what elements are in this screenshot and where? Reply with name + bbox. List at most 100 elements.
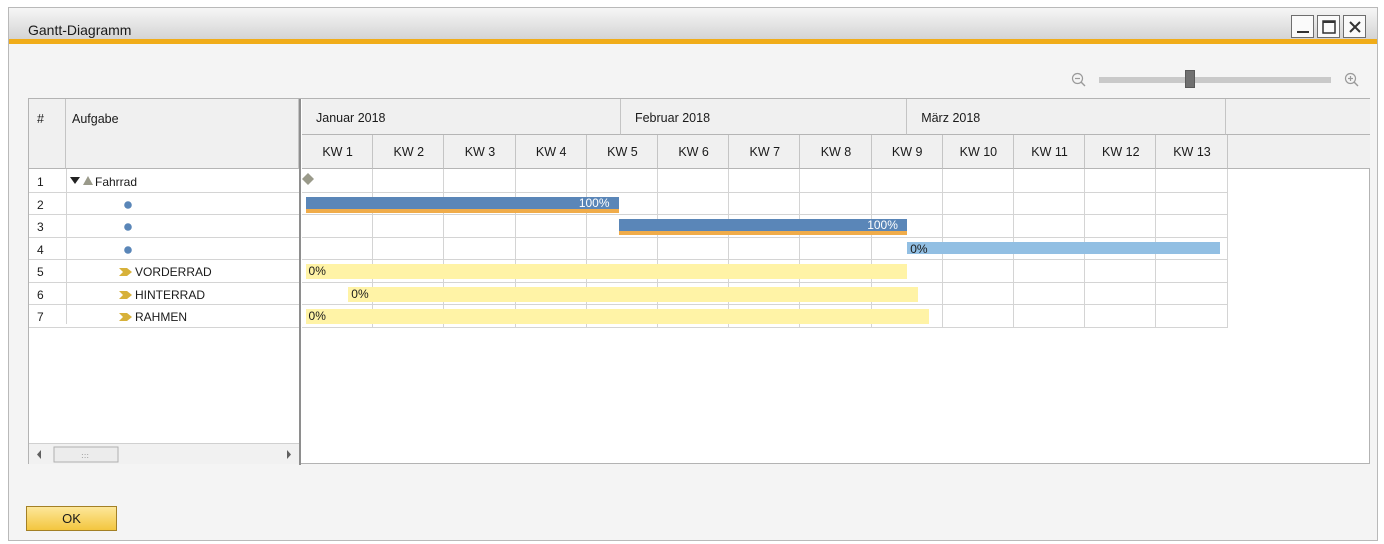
minimize-button[interactable] bbox=[1291, 15, 1314, 38]
week-header-label: KW 2 bbox=[393, 145, 425, 159]
gantt-bar[interactable] bbox=[305, 309, 929, 324]
minimize-icon bbox=[1297, 31, 1309, 33]
zoom-in-icon[interactable] bbox=[1344, 72, 1360, 88]
week-header-label: KW 1 bbox=[322, 145, 353, 159]
week-header-label: KW 7 bbox=[749, 145, 781, 159]
gantt-grid: # Aufgabe 1 Fahrrad 2 3 4 5 VORDERRAD 6 HINTERRA… bbox=[28, 98, 1370, 465]
week-header-filler bbox=[1227, 135, 1370, 169]
week-gridline bbox=[728, 169, 730, 327]
task-row-label: RAHMEN bbox=[135, 310, 188, 324]
timeline-row-divider bbox=[302, 304, 1228, 305]
zoom-slider[interactable] bbox=[1099, 77, 1331, 83]
window-title: Gantt-Diagramm bbox=[28, 22, 132, 38]
month-header-label: Februar 2018 bbox=[634, 111, 711, 125]
week-header-label: KW 12 bbox=[1102, 145, 1140, 159]
month-header-filler bbox=[1226, 99, 1370, 135]
task-dot-icon bbox=[124, 223, 132, 231]
column-header-number-label: # bbox=[37, 112, 44, 126]
gantt-bar[interactable] bbox=[907, 241, 1221, 254]
gantt-bar-progress-label: 0% bbox=[308, 309, 326, 323]
week-header: KW 6 bbox=[658, 135, 730, 169]
task-dot-icon bbox=[124, 245, 132, 254]
gantt-bar-progress-label: 0% bbox=[308, 264, 326, 278]
task-row-number: 1 bbox=[37, 175, 44, 189]
horizontal-scrollbar[interactable]: ::: bbox=[29, 443, 299, 464]
subproject-arrow-icon bbox=[119, 268, 132, 276]
gantt-bar-progress-label: 0% bbox=[351, 286, 369, 301]
task-row[interactable]: 2 bbox=[29, 193, 299, 216]
maximize-button[interactable] bbox=[1317, 15, 1340, 38]
gantt-bar[interactable] bbox=[305, 264, 908, 279]
week-header: KW 8 bbox=[800, 135, 872, 169]
week-header-label: KW 6 bbox=[678, 145, 709, 159]
scrollbar-graphic: ::: bbox=[37, 446, 291, 463]
task-row-label: HINTERRAD bbox=[135, 287, 206, 302]
timeline-row-divider bbox=[302, 259, 1228, 260]
ok-button[interactable]: OK bbox=[26, 506, 117, 531]
week-header: KW 10 bbox=[942, 135, 1014, 169]
task-row-number: 3 bbox=[37, 220, 44, 234]
week-gridline bbox=[514, 169, 516, 327]
timeline-row-divider bbox=[302, 281, 1228, 283]
zoom-slider-thumb[interactable] bbox=[1185, 70, 1195, 88]
gantt-bar[interactable] bbox=[618, 219, 908, 231]
week-header-label: KW 8 bbox=[820, 145, 852, 159]
task-row-number: 7 bbox=[37, 310, 44, 324]
week-header-label: KW 10 bbox=[959, 145, 998, 159]
column-header-task-label: Aufgabe bbox=[72, 112, 119, 126]
task-row-number: 5 bbox=[37, 265, 44, 279]
gantt-bar[interactable] bbox=[305, 196, 619, 209]
week-header: KW 3 bbox=[444, 135, 516, 169]
week-header-label: KW 4 bbox=[535, 145, 567, 159]
task-row-number: 4 bbox=[37, 242, 44, 257]
week-header: KW 2 bbox=[373, 135, 445, 169]
column-header-number[interactable]: # bbox=[29, 99, 66, 169]
close-icon bbox=[1349, 21, 1361, 33]
scroll-right-icon[interactable] bbox=[287, 450, 291, 459]
week-gridline bbox=[585, 169, 587, 327]
month-header: Januar 2018 bbox=[302, 99, 621, 135]
week-header-label: KW 9 bbox=[891, 145, 923, 159]
week-header: KW 13 bbox=[1156, 135, 1228, 169]
column-header-task[interactable]: Aufgabe bbox=[66, 99, 299, 169]
week-header: KW 1 bbox=[302, 135, 374, 169]
gantt-window: Gantt-Diagramm # Aufgabe 1 Fahrrad 2 3 4… bbox=[8, 7, 1378, 541]
month-header-label: März 2018 bbox=[921, 111, 981, 125]
title-bar: Gantt-Diagramm bbox=[9, 8, 1377, 44]
week-header: KW 9 bbox=[871, 135, 943, 169]
month-header: Februar 2018 bbox=[620, 99, 908, 135]
milestone-diamond-icon[interactable] bbox=[301, 173, 318, 189]
subproject-arrow-icon bbox=[119, 313, 132, 321]
task-row-number: 6 bbox=[37, 287, 44, 302]
week-header: KW 5 bbox=[586, 135, 658, 169]
week-header-label: KW 13 bbox=[1173, 145, 1211, 159]
timeline-row-divider bbox=[302, 236, 1228, 238]
week-gridline bbox=[1226, 169, 1228, 327]
month-header-label: Januar 2018 bbox=[316, 111, 386, 125]
subproject-arrow-icon bbox=[119, 290, 132, 299]
gantt-bar[interactable] bbox=[348, 286, 918, 302]
gantt-bar-progress-line bbox=[618, 231, 908, 235]
week-header: KW 12 bbox=[1085, 135, 1157, 169]
close-button[interactable] bbox=[1343, 15, 1366, 38]
week-header-label: KW 5 bbox=[607, 145, 638, 159]
gantt-bar-progress-label: 100% bbox=[578, 195, 610, 210]
scroll-left-icon[interactable] bbox=[37, 450, 41, 459]
task-row[interactable]: 3 bbox=[29, 215, 299, 238]
timeline-row-divider bbox=[302, 326, 1228, 328]
task-row[interactable]: 6 HINTERRAD bbox=[29, 283, 299, 306]
task-row[interactable]: 4 bbox=[29, 238, 299, 261]
week-header-label: KW 3 bbox=[464, 145, 496, 159]
task-row-label: Fahrrad bbox=[95, 175, 138, 189]
task-row-number: 2 bbox=[37, 197, 44, 212]
svg-text::::: ::: bbox=[81, 451, 89, 460]
task-row[interactable]: 1 Fahrrad bbox=[29, 170, 299, 193]
task-row[interactable]: 5 VORDERRAD bbox=[29, 260, 299, 283]
zoom-out-icon[interactable] bbox=[1071, 72, 1087, 88]
week-header: KW 4 bbox=[515, 135, 587, 169]
task-row-label: VORDERRAD bbox=[135, 265, 212, 279]
week-gridline bbox=[870, 169, 872, 327]
week-gridline bbox=[657, 169, 658, 327]
gantt-bar-progress-label: 0% bbox=[910, 241, 928, 256]
task-row[interactable]: 7 RAHMEN bbox=[29, 305, 299, 328]
